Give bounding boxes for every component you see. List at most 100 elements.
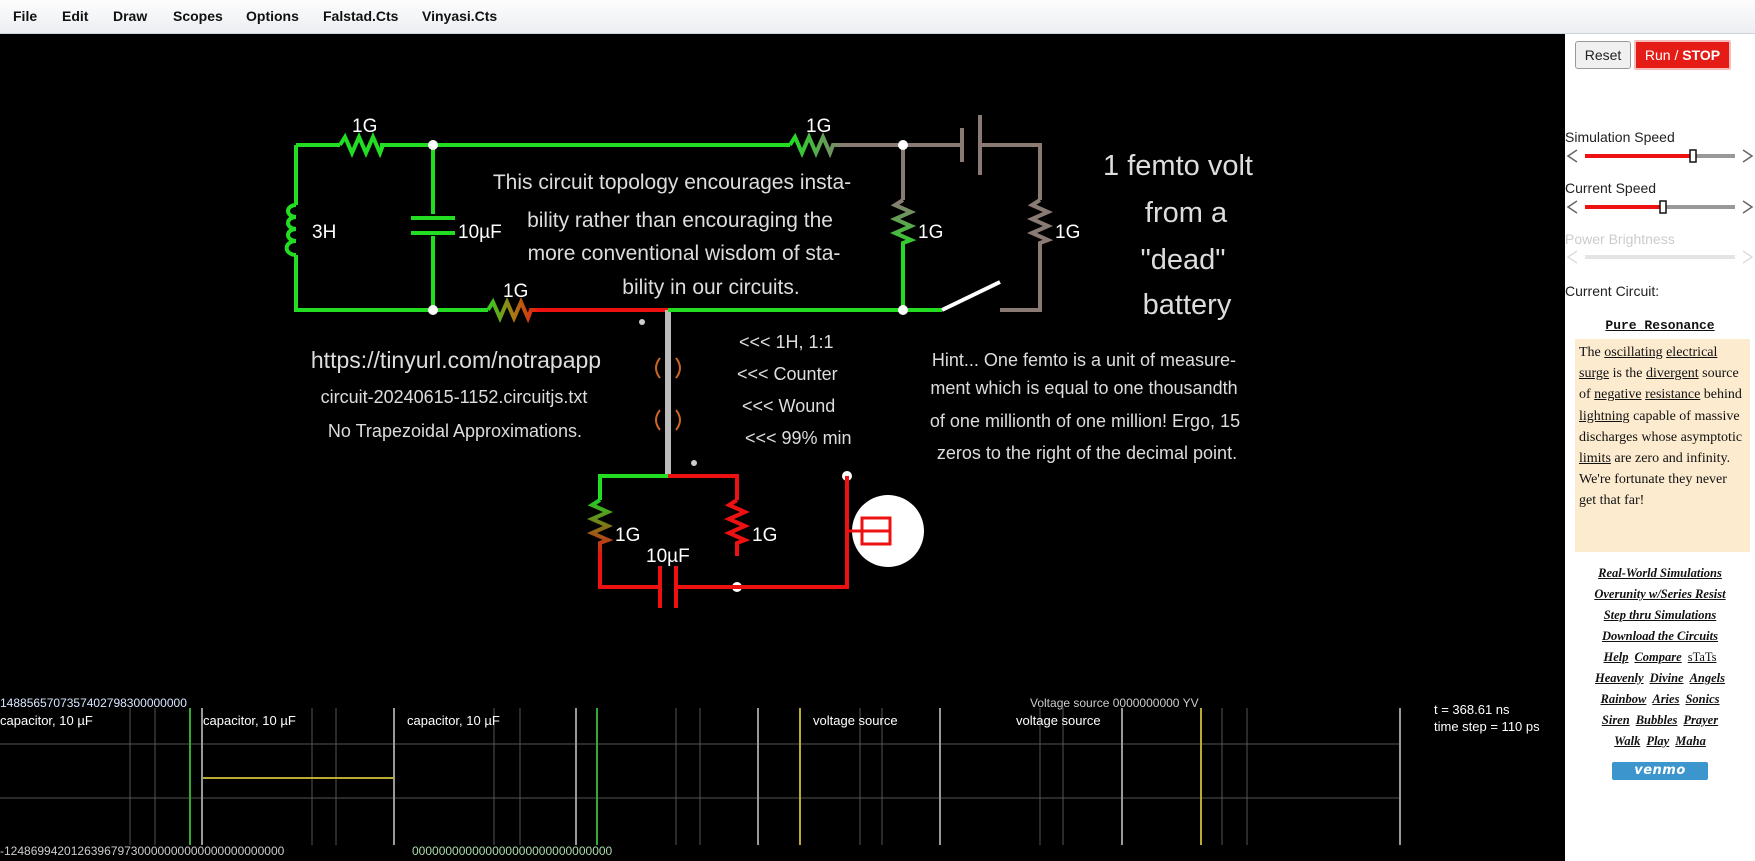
resistor-mid-right[interactable] (890, 198, 917, 252)
desc-link[interactable]: electrical (1666, 345, 1717, 360)
topology-note-line: This circuit topology encourages insta- (493, 171, 851, 194)
switch[interactable] (941, 280, 1001, 312)
link-real-world[interactable]: Real-World Simulations (1598, 566, 1722, 580)
link-maha[interactable]: Maha (1675, 734, 1706, 748)
femto-note-line: from a (1145, 197, 1228, 229)
current-speed-label: Current Speed (1565, 180, 1657, 196)
reset-button[interactable]: Reset (1575, 41, 1631, 69)
slider-fill (1585, 205, 1663, 209)
desc-link[interactable]: surge (1579, 366, 1609, 381)
menu-edit[interactable]: Edit (62, 8, 88, 24)
desc-link[interactable]: oscillating (1604, 345, 1662, 360)
capacitor-left[interactable] (411, 216, 455, 235)
scope-bottom-readout: -124869942012639679730000000000000000000… (0, 844, 285, 858)
label-r-bottom-left: 1G (615, 525, 640, 546)
circuit-title-link[interactable]: Pure Resonance (1565, 318, 1755, 333)
sidebar-links: Real-World Simulations Overunity w/Serie… (1565, 563, 1755, 752)
circuit-canvas[interactable]: 1G 1G 3H 10µF 1G 1G 1G 1G 1G 10µF This c… (0, 34, 1565, 861)
filename-text: circuit-20240615-1152.circuitjs.txt (321, 387, 588, 407)
current-speed-slider[interactable] (1565, 198, 1755, 216)
run-stop-button[interactable]: Run / STOP (1634, 40, 1731, 70)
desc-link[interactable]: divergent (1646, 366, 1699, 381)
approx-note: No Trapezoidal Approximations. (328, 421, 582, 441)
inductor-left[interactable] (284, 203, 297, 257)
slider-thumb[interactable] (1659, 200, 1667, 214)
stop-label: STOP (1682, 47, 1721, 63)
link-rainbow[interactable]: Rainbow (1601, 692, 1647, 706)
femto-note-line: battery (1143, 289, 1232, 321)
menu-falstad-cts[interactable]: Falstad.Cts (323, 8, 398, 24)
menu-scopes[interactable]: Scopes (173, 8, 223, 24)
link-compare[interactable]: Compare (1634, 650, 1681, 664)
current-circuit-label: Current Circuit: (1565, 283, 1660, 299)
menu-vinyasi-cts[interactable]: Vinyasi.Cts (422, 8, 497, 24)
menu-draw[interactable]: Draw (113, 8, 147, 24)
link-play[interactable]: Play (1646, 734, 1669, 748)
link-heavenly[interactable]: Heavenly (1595, 671, 1644, 685)
link-bubbles[interactable]: Bubbles (1636, 713, 1678, 727)
scope-top-right-text: Voltage source 0000000000 YV (1030, 696, 1199, 710)
capacitor-bottom[interactable] (658, 566, 678, 608)
topology-note-line: bility rather than encouraging the (527, 209, 833, 232)
link-download[interactable]: Download the Circuits (1602, 629, 1718, 643)
simulation-speed-label: Simulation Speed (1565, 129, 1675, 145)
link-angels[interactable]: Angels (1690, 671, 1725, 685)
resistor-far-right[interactable] (1027, 198, 1054, 252)
desc-link[interactable]: negative (1594, 387, 1641, 402)
scope-label: capacitor, 10 µF (0, 713, 93, 728)
menu-file[interactable]: File (13, 8, 37, 24)
resistor-top-left[interactable] (338, 132, 393, 159)
hint-line: zeros to the right of the decimal point. (937, 443, 1237, 463)
link-step[interactable]: Step thru Simulations (1604, 608, 1717, 622)
battery[interactable] (960, 115, 982, 175)
slider-right-arrow-icon[interactable] (1742, 149, 1754, 163)
circuit-description: The oscillating electrical surge is the … (1575, 339, 1750, 552)
simulation-speed-slider[interactable] (1565, 147, 1755, 165)
menu-bar: File Edit Draw Scopes Options Falstad.Ct… (0, 0, 1755, 34)
slider-left-arrow-icon[interactable] (1566, 200, 1578, 214)
link-sonics[interactable]: Sonics (1685, 692, 1719, 706)
link-overunity[interactable]: Overunity w/Series Resist (1594, 587, 1725, 601)
resistor-top-right[interactable] (788, 132, 845, 159)
link-aries[interactable]: Aries (1652, 692, 1679, 706)
sidebar: Reset Run / STOP Simulation Speed Curren… (1565, 34, 1755, 861)
link-divine[interactable]: Divine (1650, 671, 1684, 685)
resistor-bottom-left[interactable] (587, 498, 614, 556)
slider-right-arrow-icon[interactable] (1742, 200, 1754, 214)
label-r-far-right: 1G (1055, 222, 1080, 243)
power-brightness-label: Power Brightness (1565, 231, 1675, 247)
transformer-note-line: <<< Counter (737, 364, 838, 384)
output-lamp[interactable] (847, 495, 924, 567)
label-r-mid: 1G (503, 281, 528, 302)
desc-text: behind (1703, 387, 1742, 403)
hint-line: ment which is equal to one thousandth (930, 378, 1237, 398)
femto-note-line: "dead" (1140, 244, 1225, 276)
link-help[interactable]: Help (1603, 650, 1628, 664)
slider-track (1585, 255, 1735, 259)
link-prayer[interactable]: Prayer (1683, 713, 1718, 727)
slider-thumb[interactable] (1689, 149, 1697, 163)
scope-label: capacitor, 10 µF (203, 713, 296, 728)
scope-panel[interactable]: 1488565707357402798300000000 Voltage sou… (0, 696, 1540, 858)
topology-note-line: bility in our circuits. (622, 276, 799, 299)
link-walk[interactable]: Walk (1614, 734, 1640, 748)
resistor-mid[interactable] (486, 297, 540, 324)
transformer-note-line: <<< 99% min (745, 428, 852, 448)
scope-label: voltage source (813, 713, 898, 728)
scope-time-step: time step = 110 ps (1434, 719, 1540, 734)
menu-options[interactable]: Options (246, 8, 299, 24)
resistor-bottom-right[interactable] (724, 498, 751, 556)
desc-link[interactable]: resistance (1645, 387, 1700, 402)
link-stats[interactable]: sTaTs (1688, 650, 1717, 664)
venmo-button[interactable]: venmo (1612, 762, 1708, 780)
link-siren[interactable]: Siren (1602, 713, 1630, 727)
scope-time: t = 368.61 ns (1434, 702, 1510, 717)
label-l-left: 3H (312, 222, 336, 243)
transformer-note-line: <<< 1H, 1:1 (739, 332, 834, 352)
desc-link[interactable]: lightning (1579, 409, 1630, 424)
hint-line: Hint... One femto is a unit of measure- (932, 350, 1236, 370)
slider-fill (1585, 154, 1693, 158)
slider-left-arrow-icon[interactable] (1566, 149, 1578, 163)
desc-link[interactable]: limits (1579, 451, 1611, 466)
slider-left-arrow-icon (1566, 250, 1578, 264)
